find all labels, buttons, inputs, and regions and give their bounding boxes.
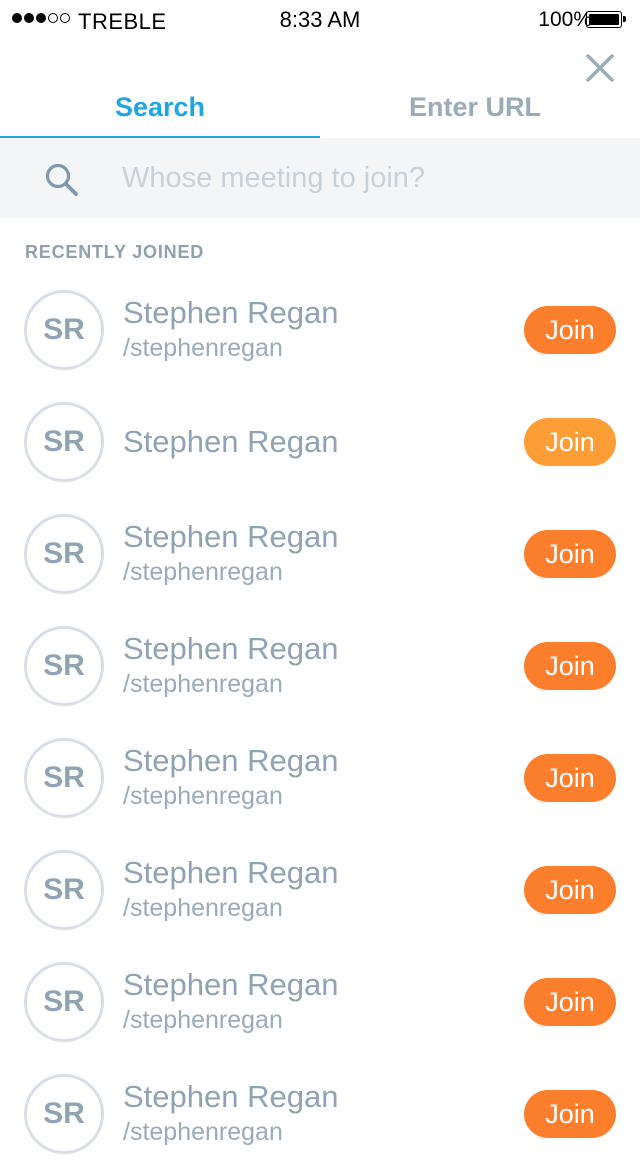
list-item: SR Stephen Regan /stephenregan Join	[0, 610, 640, 722]
contact-name: Stephen Regan	[123, 295, 339, 330]
contact-handle: /stephenregan	[123, 1118, 283, 1146]
join-button[interactable]: Join	[524, 978, 616, 1026]
avatar: SR	[24, 738, 104, 818]
list-item: SR Stephen Regan /stephenregan Join	[0, 274, 640, 386]
contact-name: Stephen Regan	[123, 967, 339, 1002]
section-header-recently-joined: RECENTLY JOINED	[25, 242, 205, 262]
list-item: SR Stephen Regan /stephenregan Join	[0, 498, 640, 610]
contact-handle: /stephenregan	[123, 1006, 283, 1034]
tab-bar: Search Enter URL	[0, 78, 640, 140]
contact-name: Stephen Regan	[123, 1079, 339, 1114]
contact-name: Stephen Regan	[123, 424, 339, 459]
search-icon	[45, 163, 78, 196]
join-button[interactable]: Join	[524, 418, 616, 466]
join-button[interactable]: Join	[524, 754, 616, 802]
join-button[interactable]: Join	[524, 306, 616, 354]
contact-handle: /stephenregan	[123, 558, 283, 586]
tab-enter-url[interactable]: Enter URL	[320, 78, 630, 136]
contact-handle: /stephenregan	[123, 334, 283, 362]
list-item: SR Stephen Regan /stephenregan Join	[0, 722, 640, 834]
avatar: SR	[24, 850, 104, 930]
contact-name: Stephen Regan	[123, 743, 339, 778]
join-button[interactable]: Join	[524, 866, 616, 914]
contact-handle: /stephenregan	[123, 670, 283, 698]
join-button[interactable]: Join	[524, 1090, 616, 1138]
contact-handle: /stephenregan	[123, 782, 283, 810]
avatar: SR	[24, 514, 104, 594]
contact-name: Stephen Regan	[123, 519, 339, 554]
avatar: SR	[24, 626, 104, 706]
search-input[interactable]	[122, 154, 612, 202]
avatar: SR	[24, 290, 104, 370]
contact-handle: /stephenregan	[123, 894, 283, 922]
list-item: SR Stephen Regan /stephenregan Join	[0, 834, 640, 946]
battery-icon	[586, 11, 626, 28]
join-button[interactable]: Join	[524, 642, 616, 690]
list-item: SR Stephen Regan /stephenregan Join	[0, 946, 640, 1058]
status-bar: TREBLE 8:33 AM 100%	[0, 0, 640, 40]
avatar: SR	[24, 402, 104, 482]
join-button[interactable]: Join	[524, 530, 616, 578]
battery-percent: 100%	[538, 8, 592, 31]
contact-name: Stephen Regan	[123, 631, 339, 666]
recent-meetings-list: SR Stephen Regan /stephenregan Join SR S…	[0, 274, 640, 1170]
list-item: SR Stephen Regan /stephenregan Join	[0, 1058, 640, 1170]
search-bar	[0, 138, 640, 218]
tab-search[interactable]: Search	[0, 78, 320, 136]
contact-name: Stephen Regan	[123, 855, 339, 890]
avatar: SR	[24, 962, 104, 1042]
avatar: SR	[24, 1074, 104, 1154]
list-item: SR Stephen Regan Join	[0, 386, 640, 498]
